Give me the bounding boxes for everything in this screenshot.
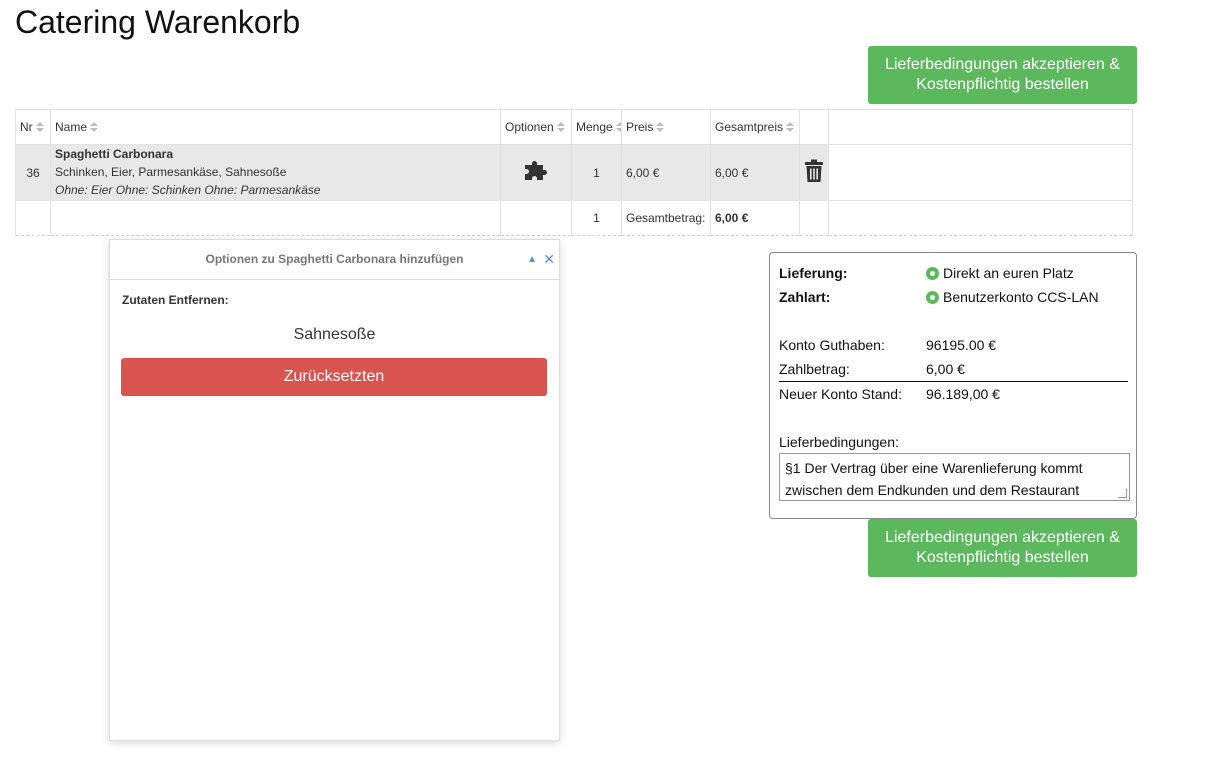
table-row: 36 Spaghetti Carbonara Schinken, Eier, P… — [15, 144, 1133, 201]
caret-up-icon[interactable]: ▲ — [527, 253, 537, 267]
order-button-bottom[interactable]: Lieferbedingungen akzeptieren & Kostenpf… — [868, 519, 1137, 577]
summary-label: Gesamtbetrag: — [621, 200, 711, 236]
reset-button[interactable]: Zurücksetzten — [121, 358, 547, 396]
order-button-label-line2: Kostenpflichtig bestellen — [916, 549, 1089, 566]
terms-textarea[interactable]: §1 Der Vertrag über eine Warenlieferung … — [779, 453, 1130, 501]
sort-icon — [786, 122, 795, 132]
lieferung-label: Lieferung: — [779, 265, 848, 281]
page-title: Catering Warenkorb — [15, 4, 301, 40]
dialog-title: Optionen zu Spaghetti Carbonara hinzufüg… — [205, 252, 464, 266]
cell-name: Spaghetti Carbonara Schinken, Eier, Parm… — [50, 144, 501, 201]
remove-ingredients-label: Zutaten Entfernen: — [122, 293, 229, 307]
zahlbetrag-label: Zahlbetrag: — [779, 361, 850, 377]
column-header-optionen[interactable]: Optionen — [500, 109, 572, 145]
item-selected-options: Ohne: Eier Ohne: Schinken Ohne: Parmesan… — [55, 183, 321, 197]
sort-icon — [556, 122, 565, 132]
column-header-actions — [799, 109, 829, 145]
neuer-stand-value: 96.189,00 € — [926, 386, 1000, 402]
neuer-stand-label: Neuer Konto Stand: — [779, 386, 902, 402]
order-summary-panel: Lieferung: Direkt an euren Platz Zahlart… — [769, 252, 1137, 519]
radio-selected-icon — [926, 291, 939, 304]
zahlart-label: Zahlart: — [779, 289, 831, 305]
sort-icon — [615, 122, 621, 132]
zahlbetrag-value: 6,00 € — [926, 361, 965, 377]
order-button-top[interactable]: Lieferbedingungen akzeptieren & Kostenpf… — [868, 46, 1137, 104]
order-button-label-line1: Lieferbedingungen akzeptieren & — [885, 56, 1120, 73]
radio-selected-icon — [926, 267, 939, 280]
table-header-row: Nr Name Optionen Menge Preis Gesamtpreis — [15, 109, 1133, 145]
summary-total: 6,00 € — [710, 200, 800, 236]
table-summary-row: 1 Gesamtbetrag: 6,00 € — [15, 200, 1133, 236]
options-dialog: Optionen zu Spaghetti Carbonara hinzufüg… — [109, 239, 560, 741]
column-header-nr[interactable]: Nr — [15, 109, 51, 145]
cell-filler — [828, 144, 1133, 201]
cart-table: Nr Name Optionen Menge Preis Gesamtpreis… — [15, 109, 1133, 236]
puzzle-icon[interactable] — [523, 160, 549, 182]
zahlart-option[interactable]: Benutzerkonto CCS-LAN — [926, 289, 1099, 305]
column-header-gesamtpreis[interactable]: Gesamtpreis — [710, 109, 800, 145]
sort-icon — [35, 122, 44, 132]
column-header-name[interactable]: Name — [50, 109, 501, 145]
column-header-preis[interactable]: Preis — [621, 109, 711, 145]
item-ingredients: Schinken, Eier, Parmesankäse, Sahnesoße — [55, 165, 287, 179]
summary-menge: 1 — [571, 200, 622, 236]
divider — [779, 381, 1128, 382]
cell-nr: 36 — [15, 144, 51, 201]
sort-icon — [90, 122, 99, 132]
trash-icon[interactable] — [804, 159, 824, 183]
guthaben-label: Konto Guthaben: — [779, 337, 885, 353]
column-header-filler — [828, 109, 1133, 145]
cell-options — [500, 144, 572, 201]
order-button-label-line1: Lieferbedingungen akzeptieren & — [885, 529, 1120, 546]
removed-ingredient-item[interactable]: Sahnesoße — [110, 326, 559, 344]
cell-delete — [799, 144, 829, 201]
cell-menge: 1 — [571, 144, 622, 201]
lieferung-option[interactable]: Direkt an euren Platz — [926, 265, 1074, 281]
close-icon[interactable]: ✕ — [543, 252, 555, 266]
cell-preis: 6,00 € — [621, 144, 711, 201]
resize-grip-icon[interactable] — [1118, 489, 1127, 498]
terms-label: Lieferbedingungen: — [779, 434, 899, 450]
item-name: Spaghetti Carbonara — [55, 147, 174, 161]
cell-gesamtpreis: 6,00 € — [710, 144, 800, 201]
guthaben-value: 96195.00 € — [926, 337, 997, 353]
dialog-header: Optionen zu Spaghetti Carbonara hinzufüg… — [110, 240, 559, 280]
order-button-label-line2: Kostenpflichtig bestellen — [916, 76, 1089, 93]
column-header-menge[interactable]: Menge — [571, 109, 622, 145]
sort-icon — [656, 122, 665, 132]
